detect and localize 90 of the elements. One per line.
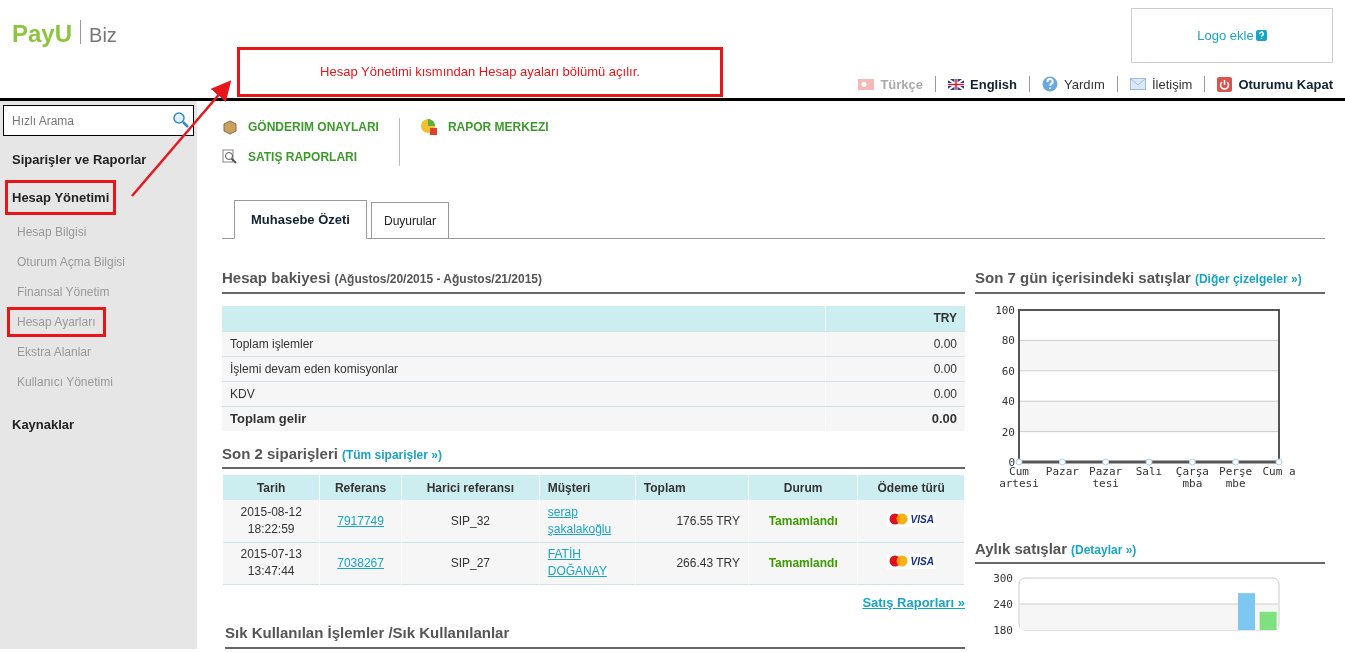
row-value: 0.00 (932, 335, 958, 353)
flag-icon (858, 78, 875, 90)
help-icon (1042, 76, 1058, 93)
row-value: 0.00 (930, 409, 958, 428)
section-title: Sık Kullanılan İşlemler /Sık Kullanılanlar (225, 623, 510, 643)
row-value: 0.00 (932, 360, 958, 378)
data-point (1188, 458, 1196, 465)
table-cell: 176.55 TRY (635, 500, 749, 542)
envelope-icon (1129, 78, 1146, 91)
date-range: (Ağustos/20/2015 - Ağustos/21/2015) (334, 271, 543, 288)
section-title: Aylık satışlar (975, 538, 1067, 559)
language-link[interactable]: English (948, 74, 1017, 94)
reference-link[interactable]: 7917749 (337, 513, 384, 528)
data-point (1232, 458, 1240, 465)
help-icon (1255, 30, 1267, 41)
flag-icon (948, 78, 965, 90)
axis-category-label: Cum a (1261, 465, 1297, 478)
data-point (1102, 458, 1110, 465)
axis-tick-label: 60 (1001, 364, 1015, 378)
section-link[interactable]: (Tüm siparişler ») (341, 445, 442, 464)
status-cell: Tamamlandı (748, 500, 858, 542)
sidebar-section[interactable]: Siparişler ve Raporlar (5, 142, 154, 178)
axis-category-label: Çarşa mba (1174, 465, 1210, 490)
bar (1238, 593, 1255, 630)
sidebar-section[interactable]: Hesap Yönetimi (5, 179, 117, 215)
axis-tick-label: 80 (1001, 333, 1015, 347)
toolbar-link[interactable]: GÖNDERIM ONAYLARI (222, 118, 379, 136)
sidebar-item[interactable]: Oturum Açma Bilgisi (7, 247, 136, 277)
axis-category-label: Salı (1134, 465, 1164, 478)
section-link[interactable]: (Detaylar ») (1071, 540, 1137, 559)
axis-category-label: Pazar tesi (1088, 465, 1124, 490)
tab[interactable]: Muhasebe Özeti (234, 200, 367, 239)
column-header: TRY (932, 309, 958, 327)
date-cell: 2015-08-12 18:22:59 (222, 500, 320, 542)
product-name: Biz (89, 23, 117, 48)
tab[interactable]: Duyurular (370, 202, 449, 239)
sidebar-item[interactable]: Hesap Ayarları (7, 307, 106, 337)
date-cell: 2015-07-13 13:47:44 (222, 542, 320, 584)
sales-reports-link[interactable]: Satış Raporları » (862, 592, 965, 612)
power-icon (1217, 76, 1233, 92)
table-cell: SIP_32 (401, 500, 540, 542)
card-logos: VISA (886, 511, 936, 527)
reference-link[interactable]: 7038267 (337, 556, 384, 570)
table-cell: 266.43 TRY (635, 542, 749, 584)
card-logos: VISA (886, 553, 936, 569)
data-point (1015, 458, 1023, 465)
sidebar-item[interactable]: Hesap Bilgisi (7, 217, 97, 247)
section-title: Son 7 gün içerisindeki satışlar (975, 268, 1191, 288)
data-point (1275, 458, 1283, 465)
row-label: İşlemi devam eden komisyonlar (222, 356, 826, 381)
sidebar-item[interactable]: Finansal Yönetim (7, 277, 120, 307)
axis-category-label: Perşe mbe (1218, 465, 1254, 490)
toolbar-link[interactable]: SATIŞ RAPORLARI (222, 148, 379, 166)
table-cell: SIP_27 (401, 542, 540, 584)
toolbar-link[interactable]: RAPOR MERKEZI (419, 118, 549, 136)
search-icon (172, 111, 190, 129)
axis-category-label: Cum artesi (998, 465, 1040, 490)
axis-tick-label: 240 (993, 598, 1013, 611)
header-link[interactable]: Oturumu Kapat (1217, 74, 1333, 94)
row-label: Toplam gelir (222, 406, 826, 431)
search-field[interactable]: Hızlı Arama (3, 105, 194, 136)
axis-tick-label: 180 (993, 624, 1013, 637)
pie-chart-icon (419, 118, 438, 136)
axis-tick-label: 40 (1001, 394, 1015, 408)
package-icon (222, 119, 238, 135)
row-value: 0.00 (932, 385, 958, 403)
customer-link[interactable]: serap şakalakoğlu (547, 503, 635, 538)
axis-tick-label: 20 (1001, 425, 1015, 439)
sidebar-item[interactable]: Kullanıcı Yönetimi (7, 367, 123, 397)
row-label: KDV (222, 381, 826, 406)
sidebar-item[interactable]: Ekstra Alanlar (7, 337, 102, 367)
row-label: Toplam işlemler (222, 331, 826, 356)
language-link[interactable]: Türkçe (858, 74, 924, 94)
axis-category-label: Pazar (1044, 465, 1080, 478)
header-link[interactable]: İletişim (1129, 74, 1193, 94)
brand-logo: PayU (12, 19, 73, 49)
customer-link[interactable]: FATİH DOĞANAY (547, 546, 635, 580)
section-title: Son 2 siparişleri (222, 443, 338, 464)
data-point (1145, 458, 1153, 465)
add-logo-button[interactable]: Logo ekle (1131, 8, 1333, 63)
axis-tick-label: 100 (995, 303, 1015, 317)
annotation-callout: Hesap Yönetimi kısmından Hesap ayaları bölümü açılır. (237, 47, 723, 97)
header-link[interactable]: Yardım (1042, 74, 1105, 94)
magnifier-icon (222, 149, 238, 165)
axis-tick-label: 300 (993, 572, 1013, 585)
data-point (1058, 458, 1066, 465)
status-cell: Tamamlandı (748, 542, 858, 584)
section-link[interactable]: (Diğer çizelgeler ») (1194, 270, 1302, 288)
section-title: Hesap bakiyesi (222, 268, 331, 288)
sidebar-section[interactable]: Kaynaklar (5, 407, 82, 443)
